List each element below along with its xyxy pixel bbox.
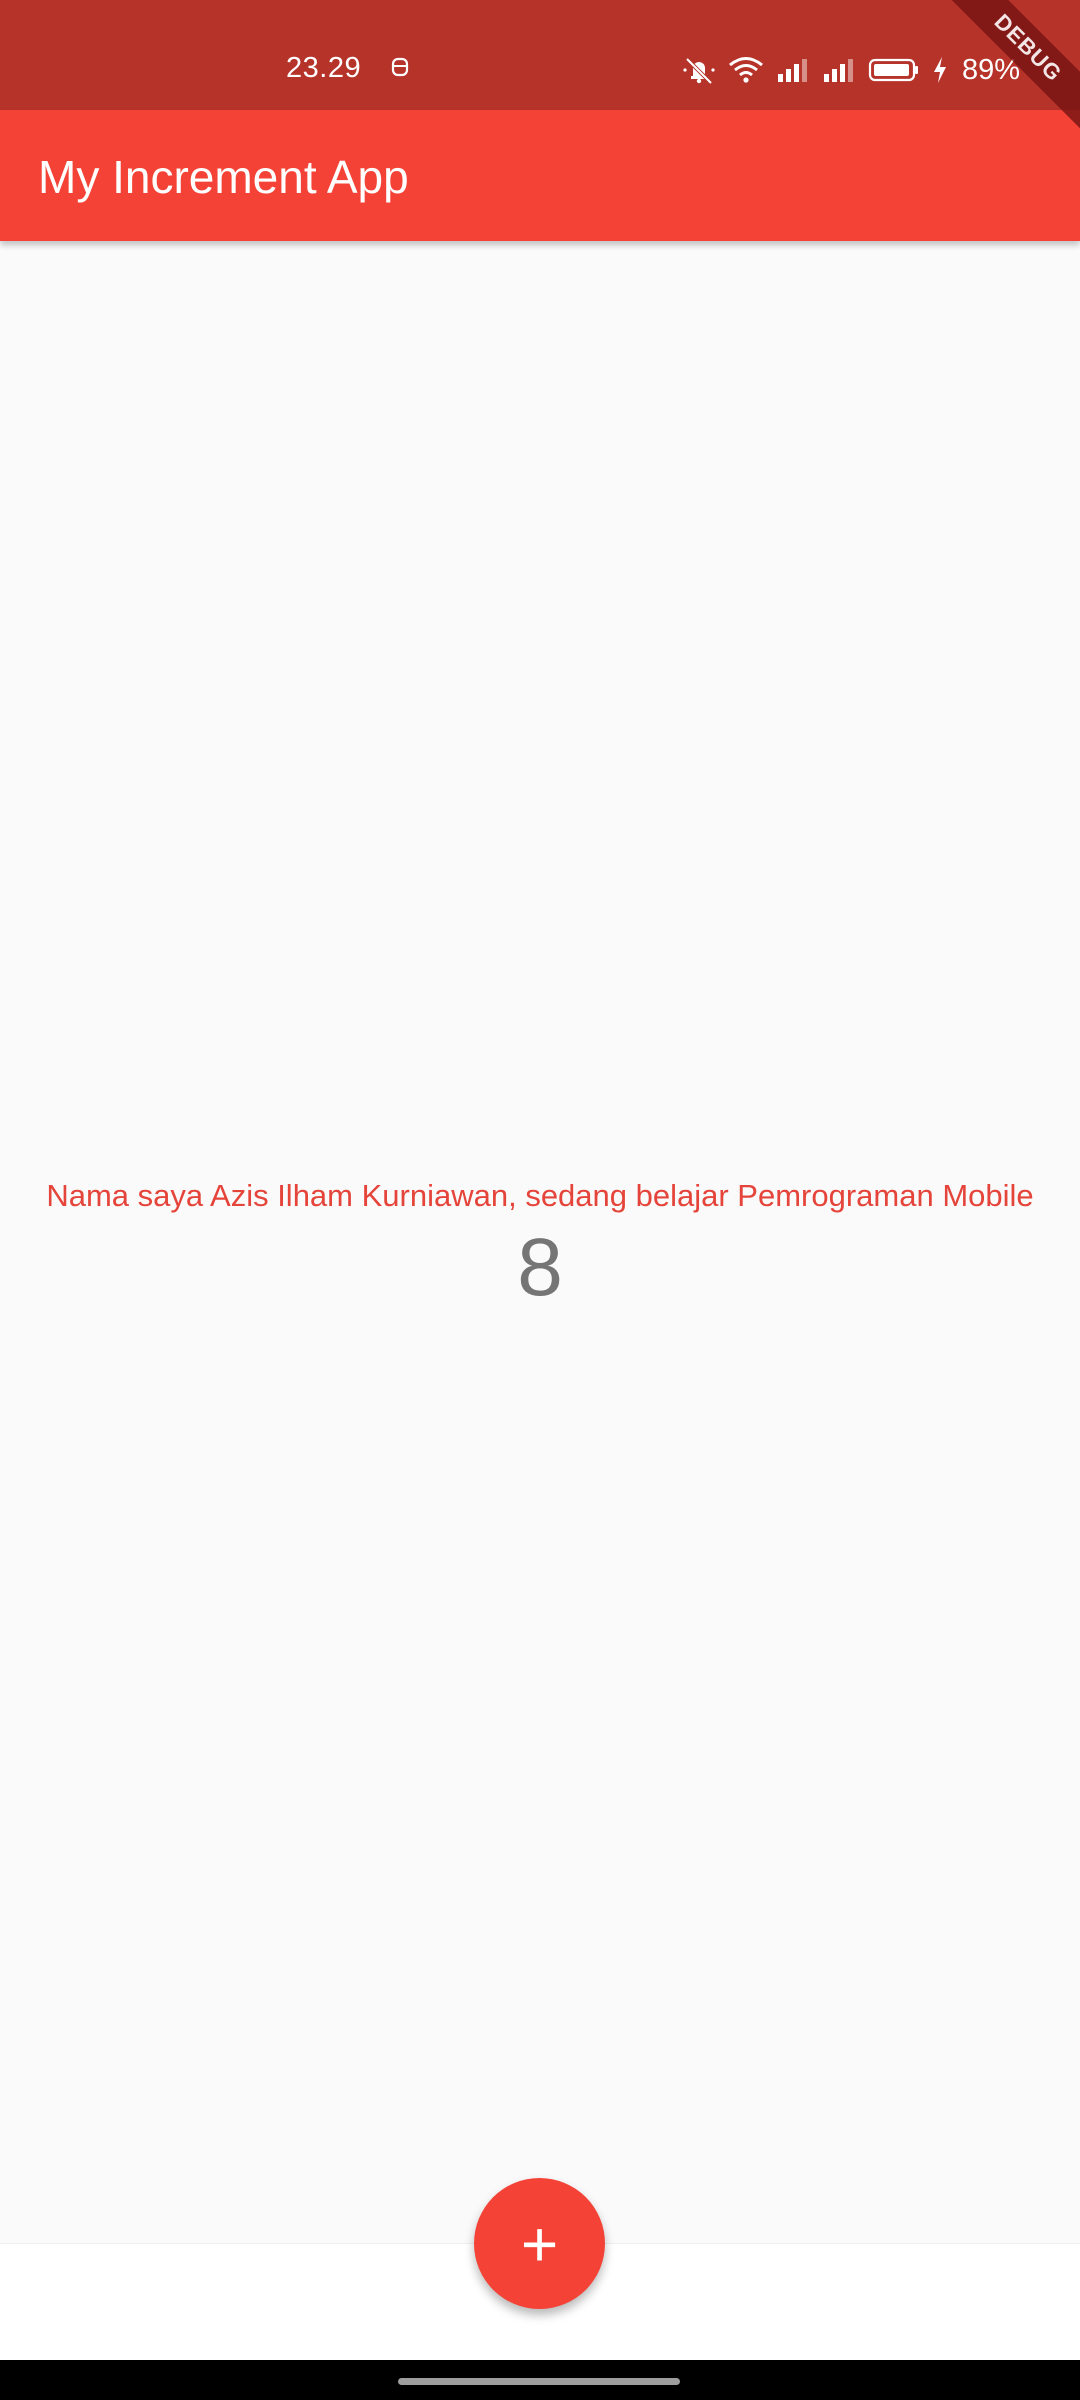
status-time: 23.29 [286, 52, 362, 84]
app-bar: My Increment App [0, 110, 1080, 241]
add-icon: + [520, 2207, 559, 2280]
wifi-icon [728, 56, 764, 84]
system-nav-bar [0, 2360, 1080, 2400]
signal-icon [776, 57, 810, 83]
app-title: My Increment App [38, 151, 409, 203]
battery-icon [868, 57, 920, 83]
home-indicator[interactable] [398, 2378, 680, 2385]
status-bar: 23.29 89% [0, 0, 1080, 110]
main-content: Nama saya Azis Ilham Kurniawan, sedang b… [0, 241, 1080, 2241]
status-icons: 89% [682, 50, 1020, 90]
name-message: Nama saya Azis Ilham Kurniawan, sedang b… [46, 1178, 1034, 1213]
counter-value: 8 [517, 1222, 563, 1313]
notification-app-icon [390, 56, 410, 78]
increment-button[interactable]: + [474, 2178, 605, 2309]
signal-icon [822, 57, 856, 83]
charging-icon [932, 56, 948, 84]
mute-icon [682, 55, 716, 85]
app-screen: 23.29 89% DEBUG My Increment App Nama sa… [0, 0, 1080, 2400]
